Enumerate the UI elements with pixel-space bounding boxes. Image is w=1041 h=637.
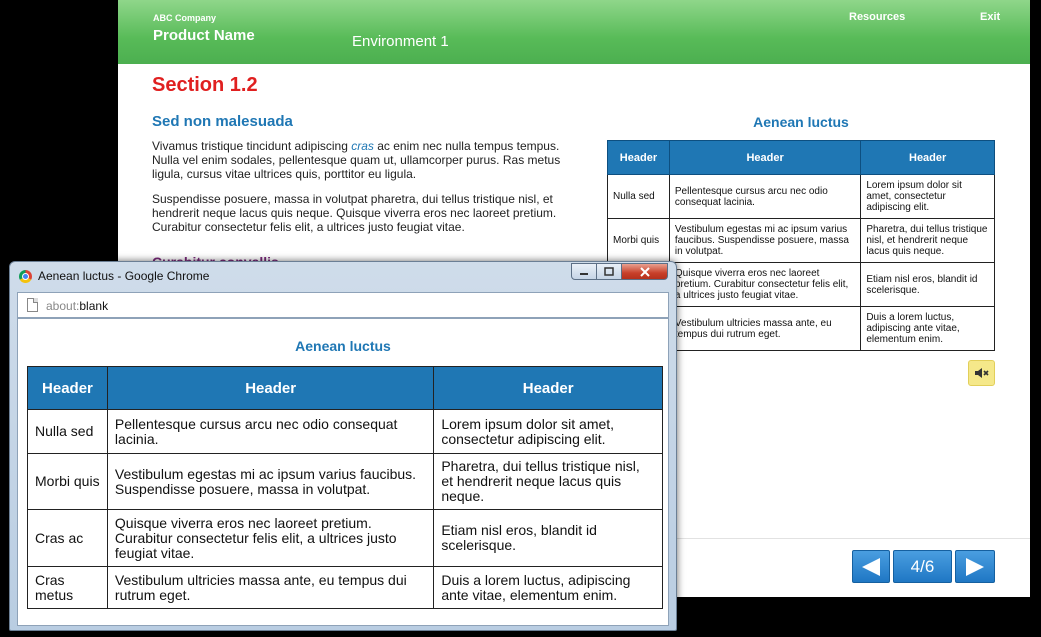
close-button[interactable] bbox=[622, 263, 668, 280]
table-cell: Vestibulum ultricies massa ante, eu temp… bbox=[668, 306, 862, 351]
table-row: Nulla sed Pellentesque cursus arcu nec o… bbox=[27, 409, 663, 454]
table-row: Cras ac Quisque viverra eros nec laoreet… bbox=[27, 509, 663, 567]
table-cell: Pharetra, dui tellus tristique nisl, et … bbox=[860, 218, 995, 263]
table-cell: Morbi quis bbox=[27, 453, 108, 510]
url-text[interactable]: about:blank bbox=[46, 299, 108, 313]
table-cell: Quisque viverra eros nec laoreet pretium… bbox=[106, 509, 435, 567]
table-cell: Nulla sed bbox=[607, 174, 670, 219]
table-header-row: Header Header Header bbox=[607, 140, 995, 175]
table-header-cell: Header bbox=[607, 140, 670, 175]
address-bar[interactable]: about:blank bbox=[17, 292, 669, 318]
table-row: Nulla sed Pellentesque cursus arcu nec o… bbox=[607, 174, 995, 219]
table-cell: Cras ac bbox=[27, 509, 108, 567]
table-cell: Vestibulum egestas mi ac ipsum varius fa… bbox=[106, 453, 435, 510]
speaker-muted-icon bbox=[974, 368, 989, 378]
table-header-cell: Header bbox=[27, 366, 108, 410]
table-cell: Vestibulum ultricies massa ante, eu temp… bbox=[106, 566, 435, 609]
table-cell: Pellentesque cursus arcu nec odio conseq… bbox=[106, 409, 435, 454]
next-page-button[interactable] bbox=[955, 550, 995, 583]
maximize-button[interactable] bbox=[597, 263, 622, 280]
table-header-cell: Header bbox=[433, 366, 663, 410]
window-titlebar[interactable]: Aenean luctus - Google Chrome bbox=[10, 262, 676, 290]
table-cell: Quisque viverra eros nec laoreet pretium… bbox=[668, 262, 862, 307]
table-cell: Duis a lorem luctus, adipiscing ante vit… bbox=[860, 306, 995, 351]
table-cell: Pharetra, dui tellus tristique nisl, et … bbox=[433, 453, 663, 510]
close-icon bbox=[639, 266, 650, 277]
company-name: ABC Company bbox=[153, 13, 217, 23]
product-name: Product Name bbox=[153, 27, 255, 44]
table-header-cell: Header bbox=[106, 366, 435, 410]
environment-label: Environment 1 bbox=[352, 33, 449, 50]
table-row: Morbi quis Vestibulum egestas mi ac ipsu… bbox=[27, 453, 663, 510]
table-row: Morbi quis Vestibulum egestas mi ac ipsu… bbox=[607, 218, 995, 263]
table-row: Cras metus Vestibulum ultricies massa an… bbox=[27, 566, 663, 609]
chrome-popup-window: Aenean luctus - Google Chrome about:blan… bbox=[9, 261, 677, 631]
paragraph-2: Suspendisse posuere, massa in volutpat p… bbox=[152, 192, 557, 234]
window-controls bbox=[571, 263, 668, 282]
mute-button[interactable] bbox=[968, 360, 995, 386]
popup-table-title: Aenean luctus bbox=[295, 338, 391, 354]
window-title: Aenean luctus - Google Chrome bbox=[38, 269, 210, 283]
table-cell: Cras metus bbox=[27, 566, 108, 609]
popup-table: Header Header Header Nulla sed Pellentes… bbox=[27, 366, 663, 609]
table-cell: Vestibulum egestas mi ac ipsum varius fa… bbox=[668, 218, 862, 263]
chrome-logo-icon bbox=[19, 270, 32, 283]
popup-content: Aenean luctus Header Header Header Nulla… bbox=[17, 318, 669, 626]
table-cell: Nulla sed bbox=[27, 409, 108, 454]
page-icon bbox=[27, 298, 38, 312]
minimize-button[interactable] bbox=[571, 263, 597, 280]
section-title: Section 1.2 bbox=[152, 74, 258, 96]
arrow-right-icon bbox=[966, 557, 984, 576]
minimize-icon bbox=[580, 272, 588, 275]
table-cell: Morbi quis bbox=[607, 218, 670, 263]
resources-link[interactable]: Resources bbox=[849, 11, 905, 23]
subheading: Sed non malesuada bbox=[152, 113, 293, 130]
table-cell: Pellentesque cursus arcu nec odio conseq… bbox=[668, 174, 862, 219]
course-header: ABC Company Product Name Environment 1 R… bbox=[118, 0, 1030, 64]
table-header-row: Header Header Header bbox=[27, 366, 663, 410]
maximize-icon bbox=[604, 267, 614, 276]
exit-link[interactable]: Exit bbox=[980, 11, 1000, 23]
previous-page-button[interactable] bbox=[852, 550, 890, 583]
table-cell: Etiam nisl eros, blandit id scelerisque. bbox=[433, 509, 663, 567]
table-cell: Lorem ipsum dolor sit amet, consectetur … bbox=[860, 174, 995, 219]
table-cell: Etiam nisl eros, blandit id scelerisque. bbox=[860, 262, 995, 307]
emphasis-text: cras bbox=[351, 139, 374, 153]
table-cell: Duis a lorem luctus, adipiscing ante vit… bbox=[433, 566, 663, 609]
table-title: Aenean luctus bbox=[753, 114, 849, 130]
table-header-cell: Header bbox=[860, 140, 995, 175]
arrow-left-icon bbox=[862, 557, 880, 576]
page-counter: 4/6 bbox=[893, 550, 952, 583]
table-cell: Lorem ipsum dolor sit amet, consectetur … bbox=[433, 409, 663, 454]
paragraph-1: Vivamus tristique tincidunt adipiscing c… bbox=[152, 139, 561, 181]
table-header-cell: Header bbox=[668, 140, 862, 175]
